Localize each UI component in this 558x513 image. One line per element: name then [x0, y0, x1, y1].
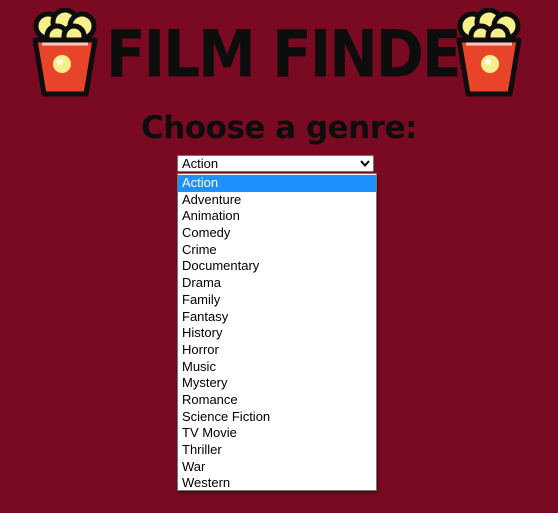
genre-option[interactable]: Western — [178, 475, 376, 492]
genre-option[interactable]: Horror — [178, 342, 376, 359]
popcorn-icon — [32, 8, 98, 97]
genre-option[interactable]: Drama — [178, 275, 376, 292]
genre-dropdown-list: Action Adventure Animation Comedy Crime Docum… — [177, 173, 377, 491]
genre-option[interactable]: Comedy — [178, 225, 376, 242]
app-title: FILM FINDER — [106, 15, 504, 93]
genre-option[interactable]: Thriller — [178, 442, 376, 459]
genre-select[interactable]: Action — [177, 155, 374, 172]
header: FILM FINDER — [0, 0, 558, 108]
genre-option[interactable]: Science Fiction — [178, 409, 376, 426]
genre-option[interactable]: History — [178, 325, 376, 342]
genre-option[interactable]: Mystery — [178, 375, 376, 392]
genre-option[interactable]: Fantasy — [178, 309, 376, 326]
genre-option[interactable]: TV Movie — [178, 425, 376, 442]
genre-prompt-heading: Choose a genre: — [141, 110, 417, 146]
genre-option[interactable]: Romance — [178, 392, 376, 409]
genre-option[interactable]: War — [178, 459, 376, 476]
genre-option[interactable]: Crime — [178, 242, 376, 259]
popcorn-icon — [456, 8, 522, 97]
genre-option[interactable]: Music — [178, 359, 376, 376]
genre-option[interactable]: Action — [178, 175, 376, 192]
genre-option[interactable]: Documentary — [178, 258, 376, 275]
genre-option[interactable]: Adventure — [178, 192, 376, 209]
genre-option[interactable]: Family — [178, 292, 376, 309]
genre-select-value: Action — [182, 156, 219, 171]
chevron-down-icon — [360, 160, 370, 168]
genre-option[interactable]: Animation — [178, 208, 376, 225]
